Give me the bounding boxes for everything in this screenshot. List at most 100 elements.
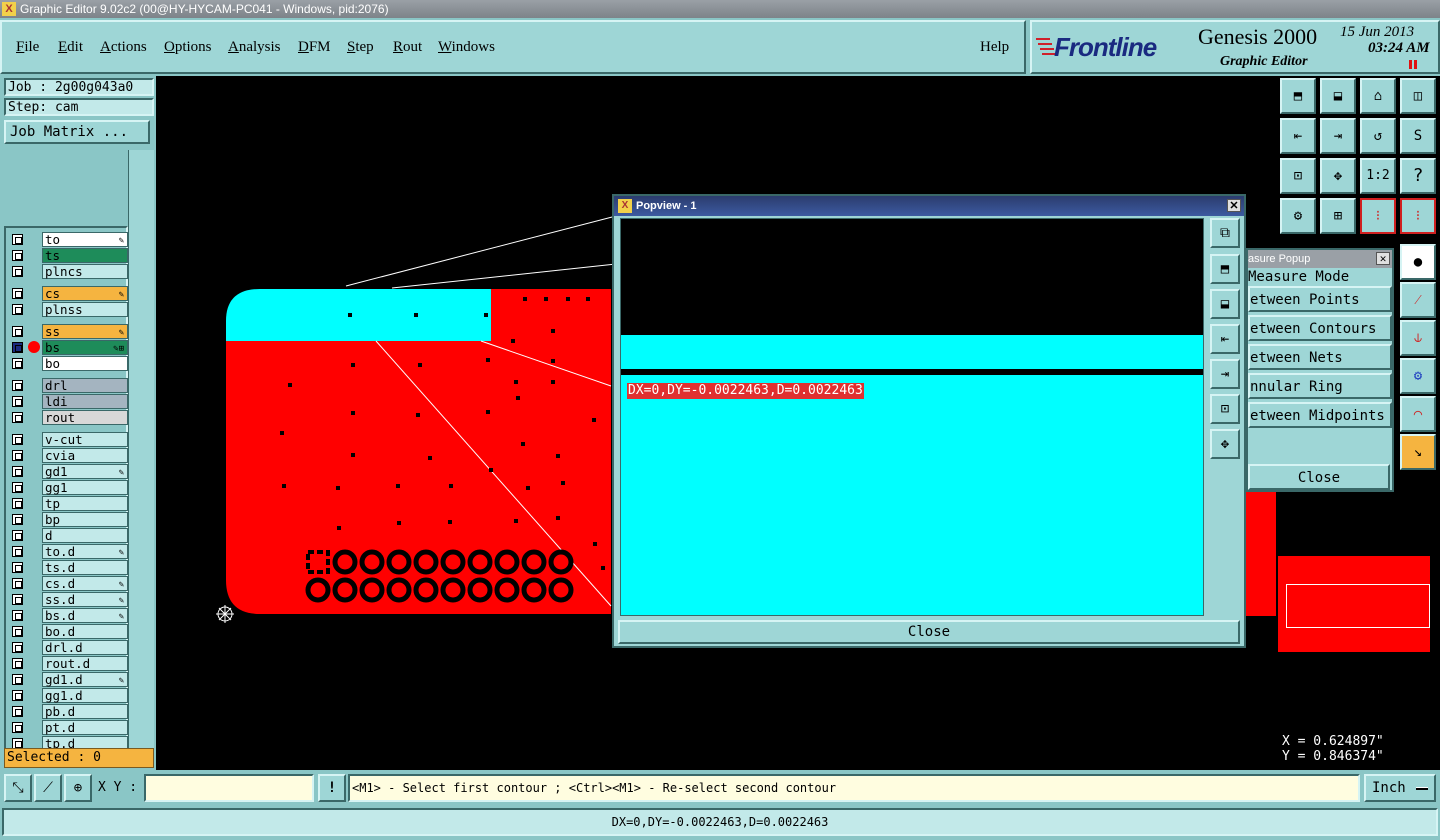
measure-between-nets[interactable]: etween Nets: [1248, 344, 1392, 370]
layer-name[interactable]: plnss: [42, 302, 128, 317]
menu-analysis[interactable]: Analysis: [228, 39, 281, 56]
layer-checkbox[interactable]: [12, 658, 23, 669]
snap-tool-icon[interactable]: ⟋: [34, 774, 62, 802]
layer-row[interactable]: plncs: [8, 264, 128, 279]
layer-checkbox[interactable]: [12, 722, 23, 733]
measure-close-button[interactable]: Close: [1248, 464, 1390, 490]
layer-checkbox[interactable]: [12, 234, 23, 245]
layer-row[interactable]: bo: [8, 356, 128, 371]
layer-name[interactable]: cvia: [42, 448, 128, 463]
menu-help[interactable]: Help: [980, 39, 1009, 56]
layer-name[interactable]: gg1: [42, 480, 128, 495]
popview-right-icon[interactable]: ⇥: [1210, 359, 1240, 389]
layer-row[interactable]: drl: [8, 378, 128, 393]
layer-checkbox[interactable]: [12, 546, 23, 557]
pan-right-icon[interactable]: ⇥: [1320, 118, 1356, 154]
popview-center-icon[interactable]: ✥: [1210, 429, 1240, 459]
layer-checkbox[interactable]: [12, 562, 23, 573]
alert-icon[interactable]: !: [318, 774, 346, 802]
measure-between-points[interactable]: etween Points: [1248, 286, 1392, 312]
point-measure-icon[interactable]: ⁄: [1400, 282, 1436, 318]
layer-checkbox[interactable]: [12, 594, 23, 605]
contour-measure-icon[interactable]: ⫝: [1400, 320, 1436, 356]
annular-ring-icon[interactable]: ⌒: [1400, 396, 1436, 432]
net-measure-icon[interactable]: ⚙: [1400, 358, 1436, 394]
layer-row[interactable]: gd1 ✎: [8, 464, 128, 479]
measure-close-icon[interactable]: ✕: [1376, 252, 1390, 265]
zoom-bottom-icon[interactable]: ⬓: [1320, 78, 1356, 114]
job-matrix-button[interactable]: Job Matrix ...: [4, 120, 150, 144]
layer-row[interactable]: gg1.d: [8, 688, 128, 703]
measure-annular-ring[interactable]: nnular Ring: [1248, 373, 1392, 399]
layer-checkbox[interactable]: [12, 610, 23, 621]
layer-name[interactable]: v-cut: [42, 432, 128, 447]
layer-checkbox[interactable]: [12, 642, 23, 653]
menu-step[interactable]: Step: [347, 39, 374, 56]
layer-name[interactable]: bs.d ✎: [42, 608, 128, 623]
layer-checkbox[interactable]: [12, 396, 23, 407]
home-view-icon[interactable]: ⌂: [1360, 78, 1396, 114]
menu-edit[interactable]: Edit: [58, 39, 83, 56]
popview-close-icon[interactable]: ✕: [1227, 199, 1241, 212]
layer-row[interactable]: ss ✎: [8, 324, 128, 339]
layer-name[interactable]: gd1.d ✎: [42, 672, 128, 687]
layer-name[interactable]: gd1 ✎: [42, 464, 128, 479]
layer-row[interactable]: ss.d ✎: [8, 592, 128, 607]
xy-input[interactable]: [144, 774, 314, 802]
layer-checkbox[interactable]: [12, 498, 23, 509]
layer-row[interactable]: bs ✎⊞: [8, 340, 128, 355]
layer-name[interactable]: gg1.d: [42, 688, 128, 703]
pan-left-icon[interactable]: ⇤: [1280, 118, 1316, 154]
layer-name[interactable]: drl: [42, 378, 128, 393]
layer-name[interactable]: bo.d: [42, 624, 128, 639]
layer-row[interactable]: bo.d: [8, 624, 128, 639]
zoom-fit-icon[interactable]: ⊡: [1280, 158, 1316, 194]
layer-checkbox[interactable]: [12, 482, 23, 493]
layer-row[interactable]: ts.d: [8, 560, 128, 575]
measure-between-midpoints[interactable]: etween Midpoints: [1248, 402, 1392, 428]
measure-between-contours[interactable]: etween Contours: [1248, 315, 1392, 341]
layer-name[interactable]: bs ✎⊞: [42, 340, 128, 355]
layer-row[interactable]: cs ✎: [8, 286, 128, 301]
net-compare-icon[interactable]: ⁝: [1400, 198, 1436, 234]
layer-checkbox[interactable]: [12, 514, 23, 525]
layer-checkbox[interactable]: [12, 412, 23, 423]
overview-viewport[interactable]: [1286, 584, 1430, 628]
layer-row[interactable]: cs.d ✎: [8, 576, 128, 591]
popview-top-icon[interactable]: ⬒: [1210, 254, 1240, 284]
pad-icon[interactable]: ●: [1400, 244, 1436, 280]
split-view-icon[interactable]: ◫: [1400, 78, 1436, 114]
layer-name[interactable]: ss.d ✎: [42, 592, 128, 607]
layer-name[interactable]: to ✎: [42, 232, 128, 247]
layer-name[interactable]: plncs: [42, 264, 128, 279]
mirror-icon[interactable]: S: [1400, 118, 1436, 154]
layer-name[interactable]: tp: [42, 496, 128, 511]
layer-row[interactable]: ts: [8, 248, 128, 263]
layer-row[interactable]: v-cut: [8, 432, 128, 447]
layer-row[interactable]: rout: [8, 410, 128, 425]
layer-checkbox[interactable]: [12, 706, 23, 717]
net-analysis-icon[interactable]: ⁝: [1360, 198, 1396, 234]
overview-map[interactable]: [1278, 556, 1430, 652]
layer-name[interactable]: rout: [42, 410, 128, 425]
layer-row[interactable]: plnss: [8, 302, 128, 317]
layer-list-scrollbar[interactable]: [128, 150, 154, 766]
layer-row[interactable]: bp: [8, 512, 128, 527]
layer-checkbox[interactable]: [12, 434, 23, 445]
layer-row[interactable]: pt.d: [8, 720, 128, 735]
menu-dfm[interactable]: DFM: [298, 39, 331, 56]
layer-row[interactable]: to ✎: [8, 232, 128, 247]
zoom-top-icon[interactable]: ⬒: [1280, 78, 1316, 114]
layer-row[interactable]: gd1.d ✎: [8, 672, 128, 687]
layer-name[interactable]: pt.d: [42, 720, 128, 735]
menu-windows[interactable]: Windows: [438, 39, 495, 56]
layer-row[interactable]: bs.d ✎: [8, 608, 128, 623]
layer-name[interactable]: cs.d ✎: [42, 576, 128, 591]
layer-name[interactable]: rout.d: [42, 656, 128, 671]
layer-row[interactable]: cvia: [8, 448, 128, 463]
flip-icon[interactable]: ↺: [1360, 118, 1396, 154]
layer-checkbox[interactable]: [12, 342, 23, 353]
layer-row[interactable]: tp: [8, 496, 128, 511]
layer-row[interactable]: to.d ✎: [8, 544, 128, 559]
layer-name[interactable]: bo: [42, 356, 128, 371]
